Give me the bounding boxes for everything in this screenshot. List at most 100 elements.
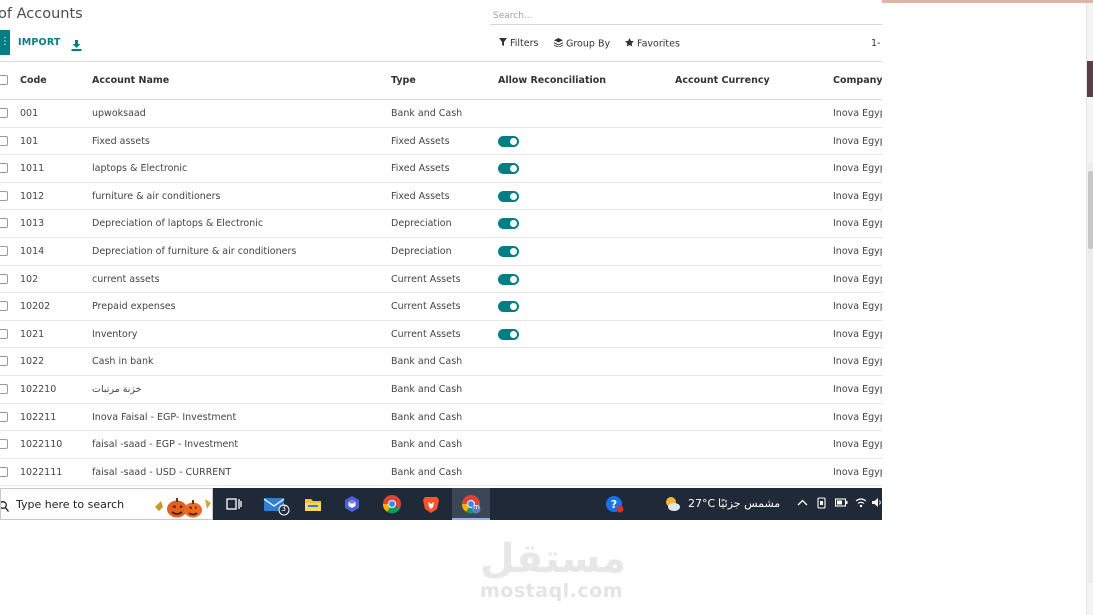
- reconciliation-toggle[interactable]: [498, 301, 519, 313]
- reconciliation-toggle[interactable]: [498, 273, 519, 285]
- row-checkbox[interactable]: [0, 466, 8, 477]
- new-button[interactable]: ⋮: [0, 30, 10, 55]
- table-row[interactable]: 1013 Depreciation of laptops & Electronic…: [0, 210, 882, 238]
- table-row[interactable]: 1012 furniture & air conditioners Fixed As…: [0, 183, 882, 211]
- header-divider: [0, 61, 882, 62]
- weather-temperature[interactable]: 27°C: [688, 497, 715, 510]
- network-icon[interactable]: [816, 497, 827, 512]
- table-row[interactable]: 1022111 faisal -saad - USD - CURRENT Bank …: [0, 459, 882, 487]
- file-explorer-icon[interactable]: [303, 494, 323, 514]
- table-row[interactable]: 1022 Cash in bank Bank and Cash Inova Egyp: [0, 348, 882, 376]
- table-row[interactable]: 102210 خزنة مرتبات Bank and Cash Inova Egyp: [0, 376, 882, 404]
- row-checkbox[interactable]: [0, 163, 8, 174]
- row-checkbox[interactable]: [0, 246, 8, 256]
- row-checkbox[interactable]: [0, 411, 8, 422]
- pager-value[interactable]: 1-: [871, 38, 880, 49]
- chrome-icon[interactable]: [382, 494, 402, 514]
- brave-icon[interactable]: [421, 494, 441, 514]
- cell-account-name: Fixed assets: [92, 135, 150, 147]
- new-icon: ⋮: [0, 36, 10, 47]
- table-row[interactable]: 102211 Inova Faisal - EGP- Investment Bank…: [0, 404, 882, 432]
- column-header-account-currency[interactable]: Account Currency: [675, 75, 770, 86]
- mail-icon[interactable]: 3: [263, 494, 291, 516]
- cell-type: Fixed Assets: [391, 135, 450, 147]
- row-checkbox[interactable]: [0, 384, 8, 394]
- star-icon: [625, 38, 634, 50]
- cell-account-name: خزنة مرتبات: [92, 384, 142, 395]
- table-row[interactable]: 10202 Prepaid expenses Current Assets Inova…: [0, 293, 882, 321]
- cell-account-name: Inova Faisal - EGP- Investment: [92, 411, 237, 423]
- cell-type: Fixed Assets: [391, 190, 450, 202]
- table-row[interactable]: 1014 Depreciation of furniture & air cond…: [0, 238, 882, 266]
- column-header-allow-reconciliation[interactable]: Allow Reconciliation: [498, 75, 606, 86]
- reconciliation-toggle[interactable]: [498, 163, 519, 175]
- task-view-icon[interactable]: [224, 494, 244, 514]
- speaker-icon[interactable]: [872, 497, 882, 511]
- row-checkbox[interactable]: [0, 135, 8, 146]
- cell-company: Inova Egyp: [833, 384, 882, 395]
- cell-company: Inova Egyp: [833, 218, 882, 230]
- table-row[interactable]: 1022110 faisal -saad - EGP - Investment Ba…: [0, 431, 882, 459]
- side-panel: [1086, 3, 1093, 615]
- reconciliation-toggle[interactable]: [498, 328, 519, 340]
- reconciliation-toggle[interactable]: [498, 190, 519, 202]
- search-input[interactable]: [490, 6, 882, 26]
- cell-account-name: Cash in bank: [92, 356, 154, 368]
- download-icon[interactable]: [71, 36, 82, 55]
- battery-icon[interactable]: [834, 497, 848, 511]
- column-header-company[interactable]: Company: [833, 75, 882, 86]
- chevron-up-icon[interactable]: [797, 497, 808, 511]
- reconciliation-toggle[interactable]: [498, 135, 519, 147]
- column-header-code[interactable]: Code: [20, 75, 47, 86]
- cell-code: 001: [20, 108, 39, 119]
- table-row[interactable]: 1021 Inventory Current Assets Inova Egyp: [0, 321, 882, 349]
- table-row[interactable]: 102 current assets Current Assets Inova Egy…: [0, 266, 882, 294]
- reconciliation-toggle[interactable]: [498, 218, 519, 230]
- column-header-account-name[interactable]: Account Name: [92, 75, 169, 86]
- import-button[interactable]: IMPORT: [18, 37, 61, 48]
- row-checkbox[interactable]: [0, 218, 8, 229]
- column-header-type[interactable]: Type: [391, 75, 416, 86]
- select-all-checkbox[interactable]: [0, 75, 8, 85]
- taskbar-search-box[interactable]: Type here to search: [0, 488, 213, 520]
- mail-badge: 3: [281, 504, 287, 513]
- filters-button[interactable]: Filters: [499, 38, 538, 49]
- copilot-icon[interactable]: [342, 494, 362, 514]
- row-checkbox[interactable]: [0, 190, 8, 201]
- weather-condition[interactable]: مشمس جزئيًا: [718, 497, 780, 510]
- table-row[interactable]: 1011 laptops & Electronic Fixed Assets Inov…: [0, 155, 882, 183]
- wifi-icon[interactable]: [855, 497, 867, 511]
- cell-account-name: Inventory: [92, 328, 138, 340]
- chrome-profile-icon[interactable]: m: [461, 494, 481, 514]
- cell-type: Fixed Assets: [391, 163, 450, 175]
- weather-icon[interactable]: [662, 494, 682, 514]
- cell-type: Depreciation: [391, 246, 452, 257]
- row-checkbox[interactable]: [0, 273, 8, 284]
- row-checkbox[interactable]: [0, 439, 8, 450]
- watermark-arabic: مستقل: [480, 536, 627, 582]
- groupby-button[interactable]: Group By: [554, 38, 610, 50]
- cell-type: Depreciation: [391, 218, 452, 230]
- table-row[interactable]: 101 Fixed assets Fixed Assets Inova Egyp: [0, 128, 882, 156]
- chrome-profile-letter: m: [473, 503, 480, 511]
- scrollbar-thumb[interactable]: [1088, 171, 1093, 249]
- filter-icon: [499, 38, 507, 49]
- cell-code: 1011: [20, 163, 45, 175]
- cell-code: 102: [20, 273, 39, 285]
- table-row[interactable]: 001 upwoksaad Bank and Cash Inova Egyp: [0, 100, 882, 128]
- cell-code: 10202: [20, 301, 51, 313]
- favorites-button[interactable]: Favorites: [625, 38, 680, 50]
- cell-type: Bank and Cash: [391, 411, 463, 423]
- cell-code: 1014: [20, 246, 45, 257]
- reconciliation-toggle[interactable]: [498, 246, 519, 257]
- row-checkbox[interactable]: [0, 328, 8, 339]
- cell-type: Current Assets: [391, 328, 461, 340]
- cell-type: Current Assets: [391, 273, 461, 285]
- row-checkbox[interactable]: [0, 301, 8, 312]
- cell-account-name: Depreciation of laptops & Electronic: [92, 218, 264, 230]
- cell-code: 1021: [20, 328, 45, 340]
- cell-company: Inova Egyp: [833, 466, 882, 478]
- row-checkbox[interactable]: [0, 356, 8, 367]
- help-icon[interactable]: ?: [604, 494, 624, 514]
- row-checkbox[interactable]: [0, 108, 8, 118]
